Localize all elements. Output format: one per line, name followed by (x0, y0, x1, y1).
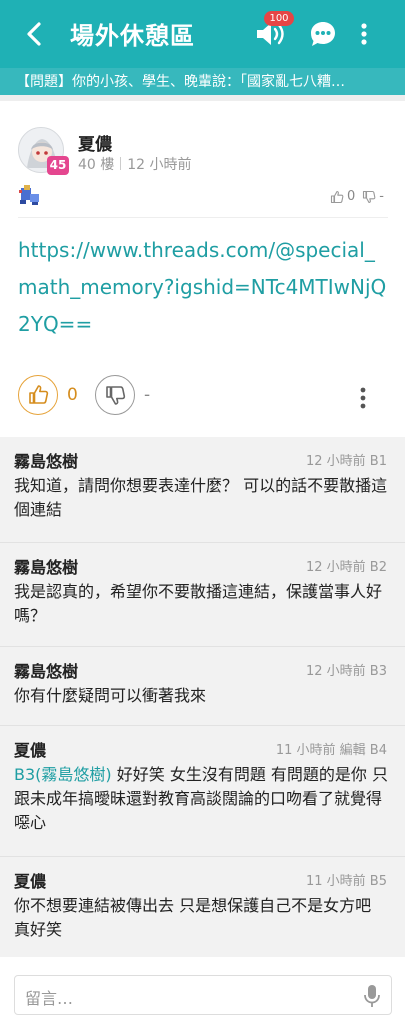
post-time: 12 小時前 (127, 157, 192, 173)
mini-gp-count: 0 (347, 189, 356, 204)
comment-author[interactable]: 夏儂 (14, 868, 46, 892)
comment-meta: 11 小時前 B5 (306, 874, 387, 889)
gp-count: 0 (67, 385, 78, 405)
board-title: 場外休憩區 (70, 22, 195, 50)
comment-author[interactable]: 夏儂 (14, 737, 46, 761)
back-icon[interactable] (22, 20, 48, 48)
comment-b4: 夏儂 11 小時前 編輯 B4 B3(霧島悠樹) 好好笑 女生沒有問題 有問題的… (0, 726, 405, 856)
comment-author[interactable]: 霧島悠樹 (14, 448, 78, 472)
thumb-up-icon[interactable] (330, 190, 344, 204)
level-badge: 45 (47, 156, 69, 175)
comment-author[interactable]: 霧島悠樹 (14, 554, 78, 578)
comment-meta: 11 小時前 編輯 B4 (275, 743, 387, 758)
reply-input[interactable]: 留言… (14, 975, 392, 1015)
section-gap (0, 95, 405, 115)
topic-title[interactable]: 【問題】你的小孩、學生、晚輩說：「國家亂七八糟… (16, 71, 394, 91)
post-meta: 40 樓 12 小時前 (78, 154, 192, 174)
gp-button[interactable] (18, 375, 58, 415)
comment-b3: 霧島悠樹 12 小時前 B3 你有什麼疑問可以衝著我來 (0, 647, 405, 725)
comment-text: 我知道，請問你想要表達什麼？ 可以的話不要散播這個連結 (14, 476, 388, 519)
notification-badge: 100 (264, 11, 294, 26)
bp-count: - (144, 385, 151, 405)
meta-separator (120, 157, 122, 170)
comment-author[interactable]: 霧島悠樹 (14, 658, 78, 682)
app-bar: 場外休憩區 100 (0, 0, 405, 68)
comment-meta: 12 小時前 B3 (306, 664, 387, 679)
thumb-down-icon[interactable] (362, 190, 376, 204)
thumb-up-icon (28, 384, 48, 404)
comment-list: 霧島悠樹 12 小時前 B1 我知道，請問你想要表達什麼？ 可以的話不要散播這個… (0, 437, 405, 957)
title-badge-icon (19, 185, 39, 205)
reply-placeholder: 留言… (25, 989, 74, 1008)
comment-meta: 12 小時前 B1 (306, 454, 387, 469)
microphone-icon[interactable] (363, 984, 381, 1008)
comment-text: B3(霧島悠樹) 好好笑 女生沒有問題 有問題的是你 只跟未成年搞曖昧還對教育高… (14, 763, 392, 835)
mention-link[interactable]: B3(霧島悠樹) (14, 765, 112, 784)
more-vertical-icon[interactable] (358, 386, 368, 410)
post-divider (18, 217, 388, 218)
post-link[interactable]: https://www.threads.com/@special_math_me… (18, 232, 390, 343)
comment-b2: 霧島悠樹 12 小時前 B2 我是認真的，希望你不要散播這連結，保護當事人好嗎？ (0, 543, 405, 646)
more-vertical-icon[interactable] (357, 21, 371, 47)
post-floor: 40 樓 (78, 157, 115, 173)
chat-bubble-icon[interactable] (309, 20, 337, 48)
comment-text: 你有什麼疑問可以衝著我來 (14, 686, 207, 705)
reply-bar: 留言… (0, 957, 405, 1024)
thumb-down-icon (105, 385, 125, 405)
comment-text: 我是認真的，希望你不要散播這連結，保護當事人好嗎？ (14, 582, 383, 625)
mini-vote: 0 - (330, 189, 384, 204)
comment-b1: 霧島悠樹 12 小時前 B1 我知道，請問你想要表達什麼？ 可以的話不要散播這個… (0, 437, 405, 542)
bp-button[interactable] (95, 375, 135, 415)
topic-bar[interactable]: 【問題】你的小孩、學生、晚輩說：「國家亂七八糟… (0, 68, 405, 95)
comment-b5: 夏儂 11 小時前 B5 你不想要連結被傳出去 只是想保護自己不是女方吧 真好笑 (0, 857, 405, 957)
mini-bp-count: - (379, 189, 384, 204)
post-author[interactable]: 夏儂 (78, 130, 112, 155)
comment-text: 你不想要連結被傳出去 只是想保護自己不是女方吧 真好笑 (14, 896, 372, 939)
comment-meta: 12 小時前 B2 (306, 560, 387, 575)
card-top-edge (0, 101, 405, 115)
